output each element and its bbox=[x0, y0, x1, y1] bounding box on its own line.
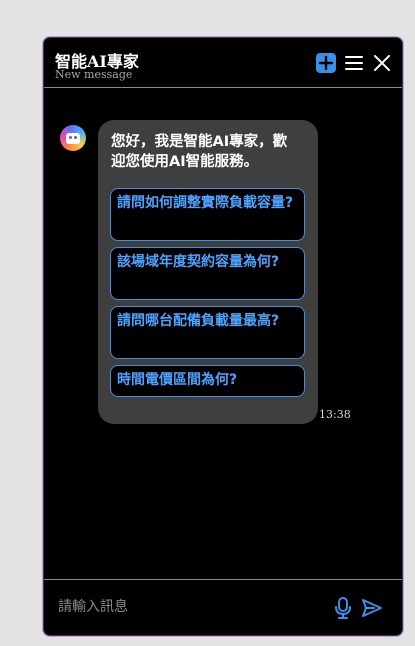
chat-header: 智能AI專家 New message bbox=[44, 38, 402, 88]
robot-icon bbox=[66, 132, 80, 144]
close-button[interactable] bbox=[372, 53, 392, 73]
voice-input-button[interactable] bbox=[334, 597, 352, 619]
bot-avatar bbox=[60, 125, 86, 151]
new-chat-icon bbox=[316, 53, 336, 73]
message-timestamp: 13:38 bbox=[319, 408, 351, 421]
greeting-line: 您好，我是智能AI專家，歡 bbox=[111, 134, 288, 150]
chat-subtitle: New message bbox=[55, 68, 133, 81]
message-list: 您好，我是智能AI專家，歡 迎您使用AI智能服務。 請問如何調整實際負載容量? … bbox=[44, 89, 402, 579]
send-icon bbox=[362, 599, 382, 617]
message-input[interactable] bbox=[58, 592, 318, 622]
suggestion-button[interactable]: 請問哪台配備負載量最高? bbox=[110, 306, 305, 359]
menu-icon bbox=[345, 56, 363, 70]
microphone-icon bbox=[335, 597, 351, 619]
send-button[interactable] bbox=[361, 597, 383, 619]
new-chat-button[interactable] bbox=[316, 53, 336, 73]
input-bar bbox=[44, 579, 402, 635]
suggestion-button[interactable]: 時間電價區間為何? bbox=[110, 365, 305, 397]
chat-window: 智能AI專家 New message 您好，我是智能AI專家，歡 迎您使用AI智… bbox=[43, 37, 403, 636]
close-icon bbox=[374, 55, 390, 71]
bot-message-bubble: 您好，我是智能AI專家，歡 迎您使用AI智能服務。 請問如何調整實際負載容量? … bbox=[98, 120, 318, 424]
suggestion-button[interactable]: 該場域年度契約容量為何? bbox=[110, 247, 305, 300]
greeting-text: 您好，我是智能AI專家，歡 迎您使用AI智能服務。 bbox=[111, 132, 309, 172]
greeting-line: 迎您使用AI智能服務。 bbox=[111, 154, 259, 170]
menu-button[interactable] bbox=[344, 53, 364, 73]
suggestion-button[interactable]: 請問如何調整實際負載容量? bbox=[110, 188, 305, 241]
